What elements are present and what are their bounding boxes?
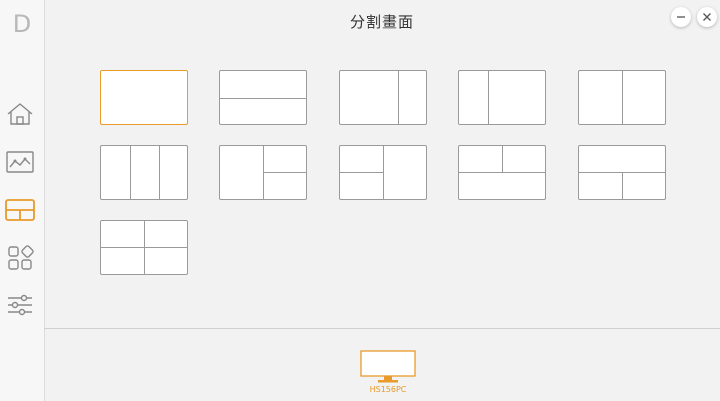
home-icon — [7, 103, 33, 125]
layout-two-horizontal[interactable] — [219, 70, 307, 125]
layout-two-vertical-equal[interactable] — [578, 70, 666, 125]
sidebar: D — [0, 0, 45, 401]
sidebar-item-picture[interactable] — [4, 148, 36, 176]
layout-top-two-bottom-one[interactable] — [458, 145, 546, 200]
layout-divider — [383, 146, 384, 199]
layout-divider — [130, 146, 131, 199]
picture-icon — [6, 151, 34, 173]
layout-divider — [263, 172, 306, 173]
layout-two-vertical-left-wide[interactable] — [339, 70, 427, 125]
layout-top-one-bottom-two[interactable] — [578, 145, 666, 200]
sidebar-item-split-screen[interactable] — [4, 196, 36, 224]
layout-right-big-left-two[interactable] — [339, 145, 427, 200]
layout-divider — [398, 71, 399, 124]
sidebar-item-settings[interactable] — [4, 291, 36, 319]
layout-divider — [622, 71, 623, 124]
minimize-button[interactable] — [671, 7, 691, 27]
layout-two-vertical-right-wide[interactable] — [458, 70, 546, 125]
layout-divider — [220, 98, 306, 99]
layout-three-columns[interactable] — [100, 145, 188, 200]
close-button[interactable] — [697, 7, 717, 27]
layout-divider — [459, 172, 545, 173]
app-logo: D — [12, 10, 32, 38]
divider — [44, 328, 720, 329]
monitor-label: HS156PC — [369, 385, 407, 394]
sidebar-item-home[interactable] — [4, 100, 36, 128]
layout-divider — [340, 172, 383, 173]
layout-divider — [144, 221, 145, 274]
sidebar-item-apps[interactable] — [4, 244, 36, 272]
layout-single[interactable] — [100, 70, 188, 125]
layout-divider — [488, 71, 489, 124]
close-icon — [703, 13, 711, 21]
sliders-icon — [8, 294, 32, 316]
apps-icon — [8, 245, 34, 270]
minimize-icon — [677, 16, 685, 18]
split-screen-icon — [5, 199, 35, 221]
layout-divider — [502, 146, 503, 172]
layout-four-grid[interactable] — [100, 220, 188, 275]
layout-left-big-right-two[interactable] — [219, 145, 307, 200]
layout-divider — [159, 146, 160, 199]
layout-divider — [622, 172, 623, 199]
page-title: 分割畫面 — [349, 13, 414, 31]
monitor-icon — [360, 350, 416, 383]
